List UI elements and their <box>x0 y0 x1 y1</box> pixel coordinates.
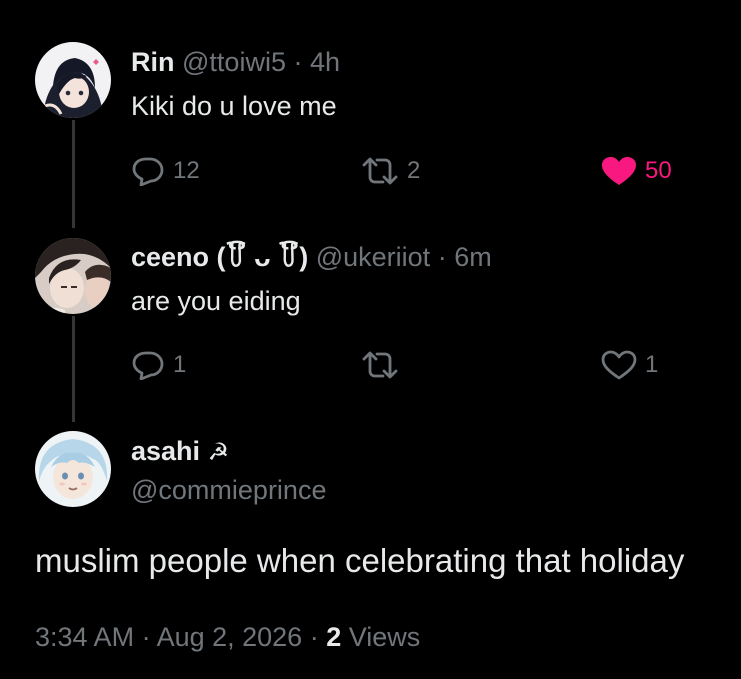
tweet-1-header: Rin @ttoiwi5 · 4h <box>131 46 340 78</box>
avatar-rin-image <box>35 42 111 118</box>
reply-icon <box>132 157 164 186</box>
tweet-2-time[interactable]: 6m <box>454 242 492 272</box>
avatar-ceeno-image <box>35 238 111 314</box>
tweet-1-time[interactable]: 4h <box>310 47 340 77</box>
tweet-1-author-handle[interactable]: @ttoiwi5 <box>182 47 286 77</box>
hammer-sickle-emoji: ☭ <box>207 439 230 466</box>
avatar-asahi-image <box>35 431 111 507</box>
tweet-1-retweet-count: 2 <box>407 157 421 184</box>
retweet-icon <box>362 351 398 379</box>
thread-connector-2 <box>72 316 75 422</box>
reply-icon <box>132 351 164 380</box>
main-tweet-views-count: 2 <box>326 622 342 652</box>
avatar-asahi[interactable] <box>35 431 111 507</box>
main-tweet-views-label: Views <box>341 622 421 652</box>
retweet-icon <box>362 157 398 185</box>
tweet-2-like-button[interactable]: 1 <box>601 350 658 380</box>
tweet-1-like-count: 50 <box>645 157 672 184</box>
tweet-1-reply-button[interactable]: 12 <box>131 156 200 186</box>
tweet-2-reply-button[interactable]: 1 <box>131 350 186 380</box>
thread-connector-1 <box>72 120 75 228</box>
tweet-1-separator: · <box>293 47 303 77</box>
main-tweet-author-row: asahi ☭ <box>131 435 229 469</box>
tweet-1-like-button[interactable]: 50 <box>601 156 672 186</box>
tweet-2-author-name[interactable]: ceeno (꒦ິ ᴗ ꒦ິ) <box>131 242 308 272</box>
heart-icon <box>602 157 636 185</box>
main-tweet-text: muslim people when celebrating that holi… <box>35 542 685 579</box>
tweet-1-retweet-button[interactable]: 2 <box>361 156 420 186</box>
tweet-1-reply-count: 12 <box>173 157 200 184</box>
main-tweet-meta: 3:34 AM · Aug 2, 2026 · 2 Views <box>35 620 420 654</box>
avatar-rin[interactable] <box>35 42 111 118</box>
tweet-2-retweet-button[interactable] <box>361 350 407 380</box>
avatar-ceeno[interactable] <box>35 238 111 314</box>
tweet-2-author-handle[interactable]: @ukeriiot <box>316 242 430 272</box>
main-tweet-author-handle[interactable]: @commieprince <box>131 475 326 505</box>
main-tweet-handle-row: @commieprince <box>131 474 326 506</box>
tweet-2-header: ceeno (꒦ິ ᴗ ꒦ິ) @ukeriiot · 6m <box>131 241 492 273</box>
tweet-2-separator: · <box>437 242 447 272</box>
tweet-2-text: are you eiding <box>131 286 301 316</box>
main-tweet-author-name[interactable]: asahi <box>131 436 200 466</box>
tweet-2-reply-count: 1 <box>173 351 187 378</box>
heart-outline-icon <box>601 350 637 380</box>
tweet-1-author-name[interactable]: Rin <box>131 47 175 77</box>
tweet-1-text: Kiki do u love me <box>131 91 337 121</box>
main-tweet-timestamp[interactable]: 3:34 AM · Aug 2, 2026 · <box>35 622 326 652</box>
tweet-2-like-count: 1 <box>645 351 659 378</box>
